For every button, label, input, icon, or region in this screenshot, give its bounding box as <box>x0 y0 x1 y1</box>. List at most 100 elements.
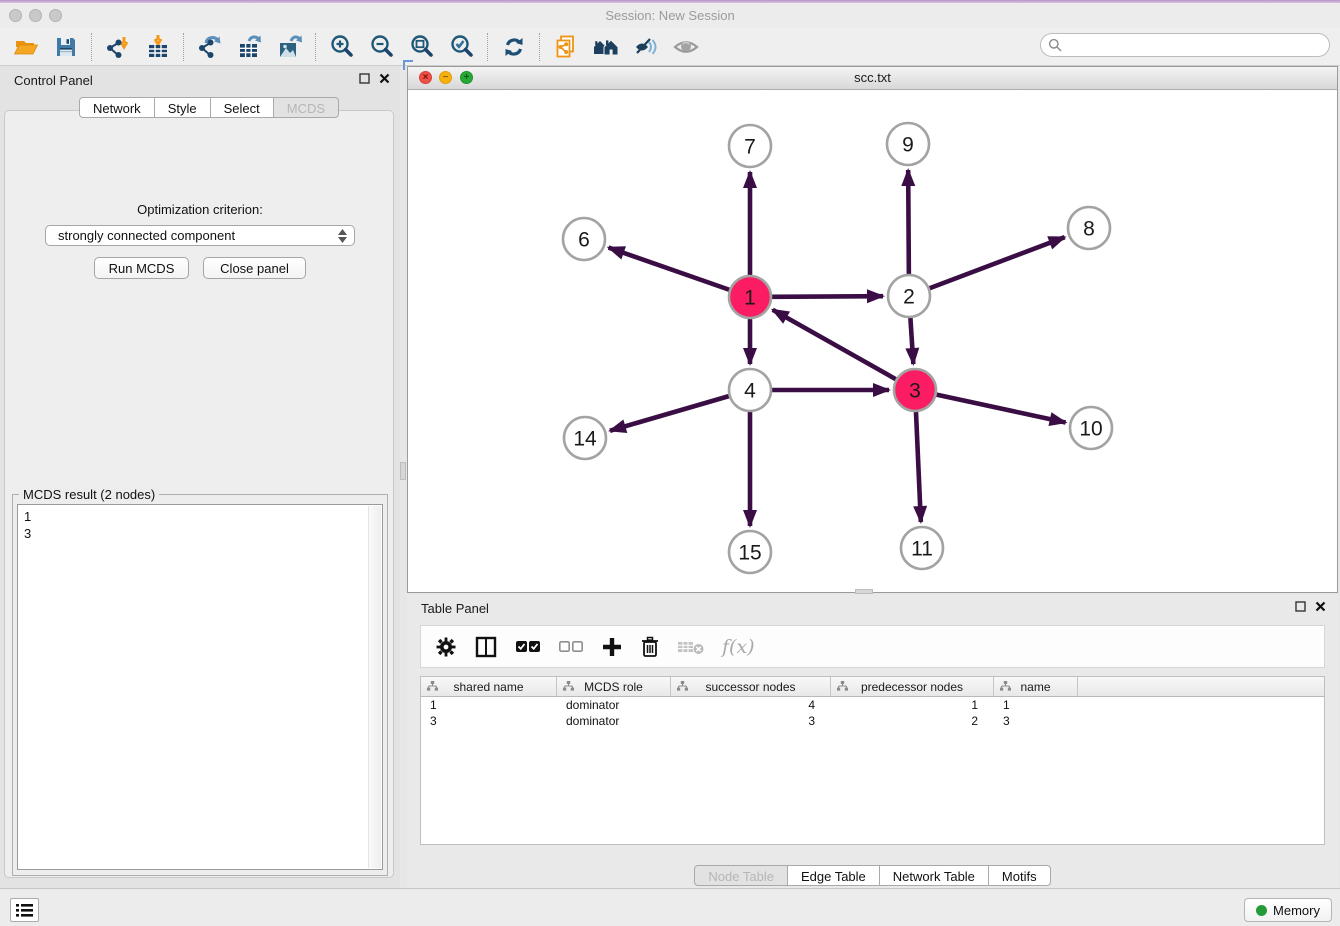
close-window-button[interactable] <box>9 9 22 22</box>
zoom-fit-button[interactable] <box>402 31 442 63</box>
memory-status-button[interactable]: Memory <box>1244 898 1332 922</box>
close-panel-button[interactable]: Close panel <box>203 257 306 279</box>
network-view-window: × − + scc.txt 7968124314101511 <box>407 66 1338 593</box>
control-panel: Control Panel NetworkStyleSelectMCDS Opt… <box>0 66 400 888</box>
vertical-splitter-handle[interactable] <box>400 462 406 480</box>
graph-edge-4-14[interactable] <box>610 396 729 431</box>
node-table: shared nameMCDS rolesuccessor nodesprede… <box>420 676 1325 845</box>
table-tab-network-table[interactable]: Network Table <box>880 865 989 886</box>
column-header-predecessor-nodes[interactable]: predecessor nodes <box>831 677 994 696</box>
search-field[interactable] <box>1040 33 1330 57</box>
zoom-in-icon <box>329 34 355 60</box>
control-tab-network[interactable]: Network <box>79 97 155 118</box>
refresh-icon <box>501 34 527 60</box>
run-mcds-button[interactable]: Run MCDS <box>94 257 189 279</box>
control-tab-select[interactable]: Select <box>211 97 274 118</box>
graph-node-label: 7 <box>744 136 756 159</box>
open-session-button[interactable] <box>6 31 46 63</box>
home-button[interactable] <box>586 31 626 63</box>
column-header-MCDS-role[interactable]: MCDS role <box>557 677 671 696</box>
table-body: 1dominator4113dominator323 <box>421 697 1324 729</box>
column-type-icon <box>837 681 848 692</box>
column-header-name[interactable]: name <box>994 677 1078 696</box>
minimize-window-button[interactable] <box>29 9 42 22</box>
mcds-result-text[interactable]: 1 3 <box>17 504 383 870</box>
export-network-button[interactable] <box>190 31 230 63</box>
control-tab-mcds[interactable]: MCDS <box>274 97 339 118</box>
table-cell: 3 <box>421 713 557 729</box>
birdseye-view-button[interactable] <box>666 31 706 63</box>
graph-edge-3-1[interactable] <box>773 310 896 379</box>
app-titlebar: Session: New Session <box>0 3 1340 28</box>
graph-edge-2-3[interactable] <box>910 318 913 364</box>
table-tab-edge-table[interactable]: Edge Table <box>788 865 880 886</box>
table-cell: dominator <box>557 697 671 713</box>
select-all-icon[interactable] <box>515 639 541 655</box>
zoom-in-button[interactable] <box>322 31 362 63</box>
horizontal-splitter-handle[interactable] <box>855 589 873 594</box>
graph-edge-1-2[interactable] <box>772 296 883 297</box>
graph-node-label: 10 <box>1079 418 1102 441</box>
network-canvas[interactable]: 7968124314101511 <box>408 89 1337 592</box>
refresh-button[interactable] <box>494 31 534 63</box>
zoom-out-button[interactable] <box>362 31 402 63</box>
control-tab-style[interactable]: Style <box>155 97 211 118</box>
function-builder-icon: f(x) <box>722 636 755 658</box>
criterion-value: strongly connected component <box>58 228 235 243</box>
graph-edge-2-9[interactable] <box>908 170 909 274</box>
gear-icon[interactable] <box>435 636 457 658</box>
column-type-icon <box>427 681 438 692</box>
add-column-icon[interactable] <box>601 636 623 658</box>
close-panel-icon[interactable] <box>379 73 390 84</box>
optimization-criterion-select[interactable]: strongly connected component <box>45 225 355 246</box>
export-table-button[interactable] <box>230 31 270 63</box>
close-panel-icon[interactable] <box>1315 601 1326 612</box>
table-cell: 1 <box>831 697 994 713</box>
import-table-button[interactable] <box>138 31 178 63</box>
export-image-icon <box>277 34 303 60</box>
delete-column-icon[interactable] <box>640 636 660 658</box>
clone-network-button[interactable] <box>546 31 586 63</box>
graph-edge-2-8[interactable] <box>930 237 1065 288</box>
graph-edge-3-10[interactable] <box>937 395 1066 423</box>
split-columns-icon[interactable] <box>474 635 498 659</box>
close-view-button[interactable]: × <box>419 71 432 84</box>
maximize-window-button[interactable] <box>49 9 62 22</box>
result-scrollbar[interactable] <box>368 506 381 868</box>
task-history-button[interactable] <box>10 898 39 922</box>
minimize-view-button[interactable]: − <box>439 71 452 84</box>
app-title: Session: New Session <box>0 3 1340 28</box>
deselect-all-icon[interactable] <box>558 639 584 655</box>
graph-node-label: 8 <box>1083 218 1095 241</box>
column-header-shared-name[interactable]: shared name <box>421 677 557 696</box>
search-input[interactable] <box>1067 37 1329 54</box>
hide-graphics-details-button[interactable] <box>626 31 666 63</box>
mcds-result-box: MCDS result (2 nodes) 1 3 <box>12 494 388 876</box>
table-row[interactable]: 1dominator411 <box>421 697 1324 713</box>
table-panel: Table Panel <box>407 595 1338 888</box>
control-panel-title: Control Panel <box>14 73 93 88</box>
save-session-button[interactable] <box>46 31 86 63</box>
maximize-view-button[interactable]: + <box>460 71 473 84</box>
import-table-icon <box>145 34 171 60</box>
network-window-titlebar[interactable]: × − + scc.txt <box>408 67 1337 90</box>
zoom-out-icon <box>369 34 395 60</box>
table-panel-tabs: Node TableEdge TableNetwork TableMotifs <box>694 865 1050 886</box>
table-cell: 1 <box>421 697 557 713</box>
export-image-button[interactable] <box>270 31 310 63</box>
eye-icon <box>672 34 700 60</box>
graph-node-label: 3 <box>909 380 921 403</box>
table-row[interactable]: 3dominator323 <box>421 713 1324 729</box>
column-header-successor-nodes[interactable]: successor nodes <box>671 677 831 696</box>
float-panel-icon[interactable] <box>1295 601 1306 612</box>
import-network-button[interactable] <box>98 31 138 63</box>
zoom-selected-button[interactable] <box>442 31 482 63</box>
graph-edge-1-6[interactable] <box>609 248 730 290</box>
float-panel-icon[interactable] <box>359 73 370 84</box>
graph-edge-3-11[interactable] <box>916 412 921 522</box>
table-tab-node-table[interactable]: Node Table <box>694 865 788 886</box>
save-icon <box>54 35 78 59</box>
toolbar-separator <box>487 33 489 61</box>
table-tab-motifs[interactable]: Motifs <box>989 865 1051 886</box>
select-stepper-icon <box>338 229 347 243</box>
